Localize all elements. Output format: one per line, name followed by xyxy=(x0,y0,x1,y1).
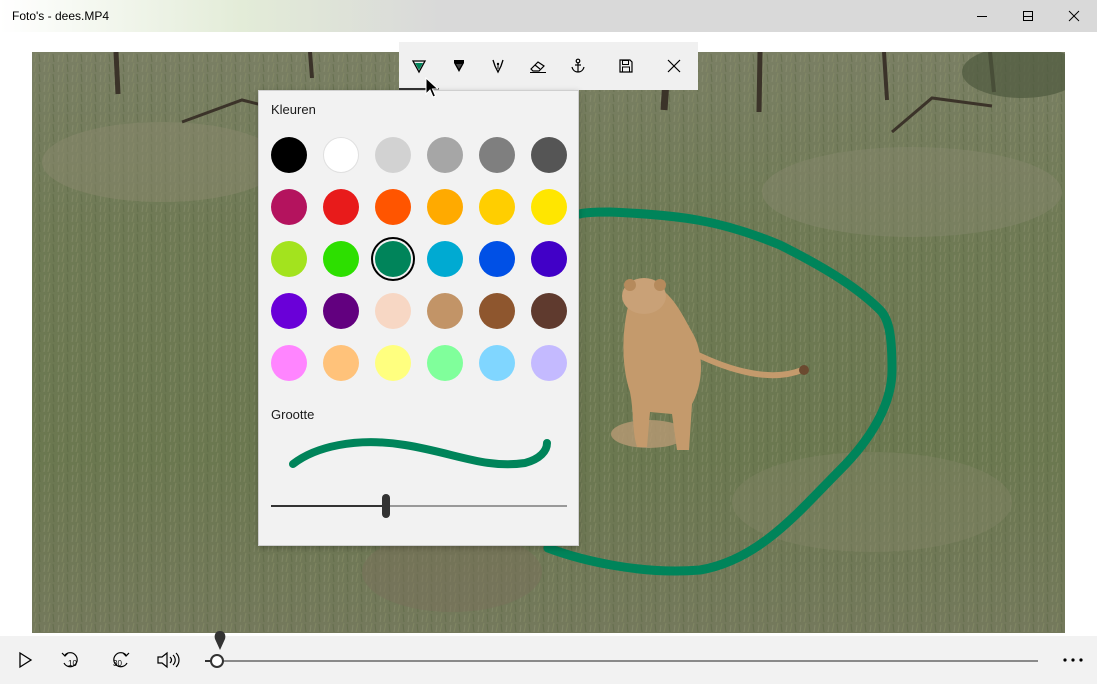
color-swatch[interactable] xyxy=(531,241,567,277)
color-swatch[interactable] xyxy=(323,241,359,277)
volume-button[interactable] xyxy=(146,636,190,684)
color-swatch[interactable] xyxy=(531,137,567,173)
color-swatch[interactable] xyxy=(271,189,307,225)
seek-track xyxy=(205,660,1038,662)
color-swatch[interactable] xyxy=(531,189,567,225)
more-options-button[interactable] xyxy=(1051,636,1095,684)
mouse-cursor-icon xyxy=(425,77,439,98)
size-label: Grootte xyxy=(271,407,315,422)
svg-text:30: 30 xyxy=(113,659,122,668)
ballpoint-pen-icon xyxy=(411,60,427,74)
anchor-icon xyxy=(571,58,585,73)
color-swatch[interactable] xyxy=(531,345,567,381)
color-swatch[interactable] xyxy=(271,137,307,173)
slider-track-filled xyxy=(271,505,386,507)
seek-thumb[interactable] xyxy=(210,654,224,668)
color-swatch[interactable] xyxy=(531,293,567,329)
slider-thumb[interactable] xyxy=(382,494,390,518)
color-swatch[interactable] xyxy=(427,293,463,329)
color-swatch[interactable] xyxy=(271,293,307,329)
color-swatch[interactable] xyxy=(271,345,307,381)
color-swatch[interactable] xyxy=(427,137,463,173)
volume-icon xyxy=(157,651,180,669)
color-swatch[interactable] xyxy=(479,137,515,173)
colors-label: Kleuren xyxy=(271,102,316,117)
color-swatch[interactable] xyxy=(427,241,463,277)
playback-controls: 10 30 xyxy=(0,631,1097,684)
pencil-button[interactable] xyxy=(439,42,479,90)
color-swatch[interactable] xyxy=(375,241,411,277)
skip-forward-30-button[interactable]: 30 xyxy=(98,636,142,684)
play-button[interactable] xyxy=(3,636,47,684)
ink-stroke xyxy=(543,207,897,576)
skip-back-10-icon: 10 xyxy=(61,652,78,668)
color-swatch[interactable] xyxy=(323,293,359,329)
color-swatch[interactable] xyxy=(479,241,515,277)
eraser-button[interactable] xyxy=(518,42,558,90)
pen-size-slider[interactable] xyxy=(271,491,567,521)
photos-app-window: Foto's - dees.MP4 Kleuren Grootte 10 30 xyxy=(0,0,1097,684)
slider-track-remaining xyxy=(386,505,567,507)
color-swatch[interactable] xyxy=(323,137,359,173)
color-swatch[interactable] xyxy=(375,293,411,329)
color-swatch[interactable] xyxy=(375,189,411,225)
ink-marker-icon[interactable] xyxy=(211,630,229,652)
close-icon xyxy=(667,59,681,73)
skip-forward-30-icon: 30 xyxy=(113,652,130,668)
color-swatch[interactable] xyxy=(375,137,411,173)
ink-toolbar xyxy=(399,42,698,90)
pencil-icon xyxy=(454,60,464,72)
anchor-button[interactable] xyxy=(558,42,598,90)
pen-settings-panel: Kleuren Grootte xyxy=(258,90,579,546)
color-swatch[interactable] xyxy=(375,345,411,381)
calligraphy-pen-icon xyxy=(492,59,504,74)
color-swatch[interactable] xyxy=(323,189,359,225)
more-options-icon xyxy=(1063,658,1083,662)
color-swatch[interactable] xyxy=(427,189,463,225)
color-swatch[interactable] xyxy=(271,241,307,277)
svg-text:10: 10 xyxy=(68,659,77,668)
save-button[interactable] xyxy=(606,42,646,90)
color-swatch[interactable] xyxy=(479,189,515,225)
seek-bar[interactable] xyxy=(205,631,1038,684)
skip-back-10-button[interactable]: 10 xyxy=(49,636,93,684)
color-swatch[interactable] xyxy=(479,293,515,329)
play-icon xyxy=(19,651,33,669)
size-preview-stroke xyxy=(289,438,551,469)
save-icon xyxy=(619,59,633,73)
close-ink-button[interactable] xyxy=(654,42,694,90)
calligraphy-pen-button[interactable] xyxy=(478,42,518,90)
color-swatch[interactable] xyxy=(323,345,359,381)
color-swatch[interactable] xyxy=(427,345,463,381)
eraser-icon xyxy=(530,61,546,73)
color-swatch[interactable] xyxy=(479,345,515,381)
